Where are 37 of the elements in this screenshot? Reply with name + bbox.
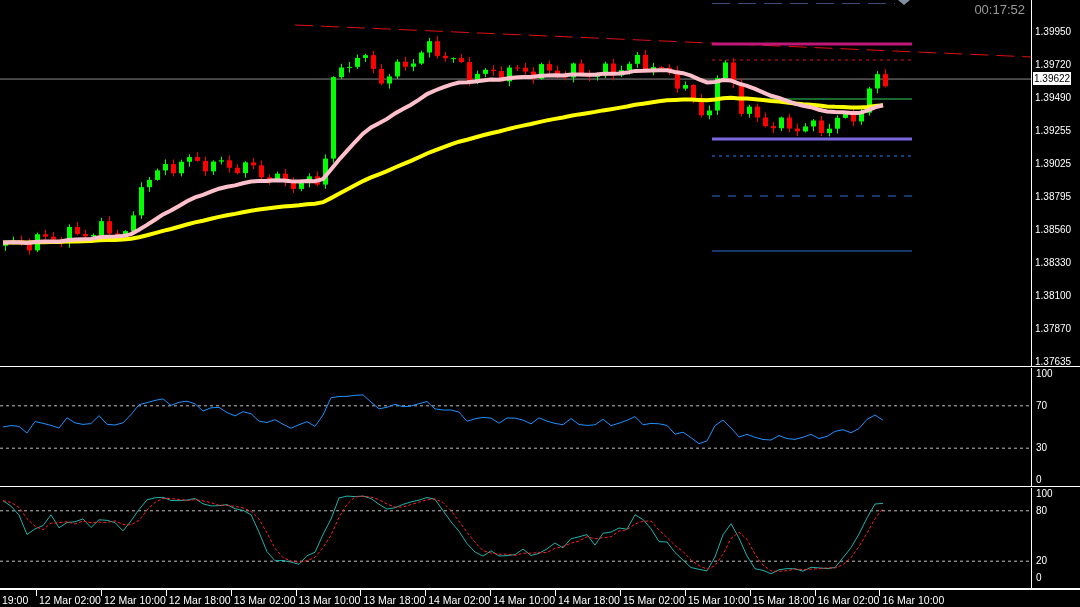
price-label: 1.38560 [1035,223,1073,237]
time-label: 14 Mar 10:00 [493,593,555,607]
stochastic-level-label: 20 [1036,555,1048,568]
time-label: 12 Mar 02:00 [39,593,101,607]
time-label: 13 Mar 02:00 [233,593,296,607]
rsi-level-label: 70 [1036,399,1048,412]
price-label: 1.38100 [1035,289,1073,303]
price-label: 1.39720 [1035,58,1073,72]
rsi-level-label: 0 [1036,474,1042,486]
time-label: 14 Mar 18:00 [558,593,620,607]
time-label: 16 Mar 10:00 [882,593,945,607]
time-label: 19:00 [2,593,29,607]
marker-icon [898,0,910,5]
rsi-level-label: 30 [1036,442,1048,455]
rsi-level-label: 100 [1036,368,1053,380]
time-label: 15 Mar 02:00 [622,593,685,607]
price-label: 1.37870 [1035,322,1073,336]
time-label: 13 Mar 10:00 [298,593,361,607]
price-label: 1.39950 [1035,25,1073,39]
price-label: 1.38330 [1035,256,1073,270]
time-label: 16 Mar 02:00 [817,593,880,607]
price-label: 1.39255 [1035,124,1073,138]
candle-timer: 00:17:52 [974,2,1025,17]
price-label: 1.38795 [1035,190,1073,204]
time-label: 13 Mar 18:00 [363,593,426,607]
price-label: 1.39025 [1035,157,1073,171]
time-label: 12 Mar 18:00 [168,593,231,607]
time-label: 15 Mar 18:00 [752,593,815,607]
stochastic-level-label: 0 [1036,572,1042,584]
price-label: 1.37635 [1035,355,1073,369]
price-label: 1.39490 [1035,91,1073,105]
time-label: 14 Mar 02:00 [428,593,491,607]
time-label: 12 Mar 10:00 [103,593,166,607]
current-price-label: 1.39622 [1033,72,1072,86]
stochastic-level-label: 100 [1036,488,1053,500]
stochastic-level-label: 80 [1036,504,1048,517]
time-label: 15 Mar 10:00 [687,593,750,607]
